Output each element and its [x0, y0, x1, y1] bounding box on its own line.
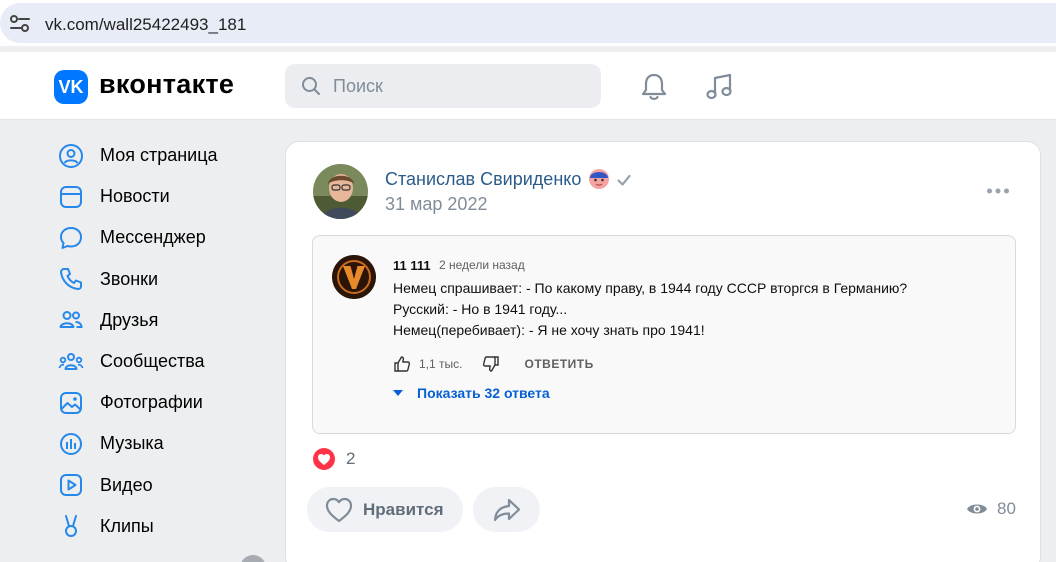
- brand-wordmark[interactable]: вконтакте: [99, 69, 234, 100]
- sidebar-item-label: Музыка: [100, 433, 164, 454]
- sidebar-item-label: Мессенджер: [100, 227, 206, 248]
- photo-icon: [60, 391, 82, 414]
- friends-icon: [59, 311, 83, 329]
- url-field[interactable]: vk.com/wall25422493_181: [0, 3, 1056, 43]
- scroll-hint-badge[interactable]: [240, 555, 266, 562]
- eye-icon: [967, 504, 987, 514]
- comment-line: Немец(перебивает): - Я не хочу знать про…: [393, 322, 705, 338]
- post-date[interactable]: 31 мар 2022: [385, 194, 487, 215]
- sidebar-item-label: Видео: [100, 474, 153, 495]
- comment-time: 2 недели назад: [439, 258, 525, 272]
- communities-icon: [58, 352, 84, 370]
- clips-icon: [65, 515, 77, 538]
- thumbs-up-icon: [394, 356, 411, 372]
- vk-logo-icon[interactable]: VK: [54, 70, 88, 104]
- left-sidebar: Моя страница Новости Мессенджер Звонки Д…: [58, 135, 278, 547]
- comment-line: Немец спрашивает: - По какому праву, в 1…: [393, 280, 908, 296]
- reactions-summary[interactable]: 2: [313, 448, 355, 470]
- show-replies-link: Показать 32 ответа: [393, 385, 550, 401]
- views-count: 80: [997, 499, 1016, 518]
- comment-reply-label: ОТВЕТИТЬ: [524, 357, 594, 371]
- music-icon: [60, 432, 82, 455]
- message-bubble-icon: [60, 226, 82, 249]
- caret-down-icon: [393, 390, 403, 396]
- sidebar-item-clips[interactable]: Клипы: [58, 506, 278, 547]
- sidebar-item-news[interactable]: Новости: [58, 176, 278, 217]
- news-icon: [60, 185, 82, 208]
- avatar-photo: [313, 164, 368, 219]
- video-icon: [60, 474, 82, 497]
- show-replies-label: Показать 32 ответа: [417, 385, 550, 401]
- share-button[interactable]: [473, 487, 540, 532]
- comment-line: Русский: - Но в 1941 году...: [393, 301, 568, 317]
- v-logo-icon: [332, 255, 376, 299]
- sidebar-item-label: Фотографии: [100, 392, 203, 413]
- site-info-icon[interactable]: [8, 13, 32, 35]
- share-arrow-icon: [493, 498, 520, 521]
- heart-outline-icon: [325, 497, 353, 522]
- site-header: VK вконтакте: [0, 52, 1056, 120]
- sidebar-item-video[interactable]: Видео: [58, 465, 278, 506]
- comment-text: Немец спрашивает: - По какому праву, в 1…: [393, 278, 907, 341]
- thumbs-down-icon: [483, 356, 500, 372]
- sidebar-item-photos[interactable]: Фотографии: [58, 382, 278, 423]
- sidebar-item-messenger[interactable]: Мессенджер: [58, 217, 278, 258]
- emoji-status-icon: [589, 169, 609, 189]
- sidebar-item-my-page[interactable]: Моя страница: [58, 135, 278, 176]
- sidebar-item-label: Звонки: [100, 268, 159, 289]
- user-circle-icon: [59, 143, 83, 168]
- comment-actions: 1,1 тыс. ОТВЕТИТЬ: [393, 354, 594, 374]
- sidebar-item-friends[interactable]: Друзья: [58, 300, 278, 341]
- sidebar-item-communities[interactable]: Сообщества: [58, 341, 278, 382]
- like-button-label: Нравится: [363, 499, 444, 519]
- url-text[interactable]: vk.com/wall25422493_181: [45, 15, 246, 35]
- post-image-comment-screenshot[interactable]: 11 111 2 недели назад Немец спрашивает: …: [312, 235, 1016, 434]
- heart-reaction-icon: [313, 448, 335, 470]
- comment-author: 11 111: [393, 258, 431, 273]
- post-author-name[interactable]: Станислав Свириденко: [385, 169, 581, 190]
- sidebar-item-music[interactable]: Музыка: [58, 423, 278, 464]
- search-box[interactable]: [285, 64, 601, 108]
- search-input[interactable]: [333, 64, 583, 108]
- sidebar-item-label: Клипы: [100, 515, 154, 536]
- sidebar-item-label: Моя страница: [100, 145, 218, 166]
- comment-like-count: 1,1 тыс.: [419, 357, 463, 371]
- phone-icon: [60, 268, 82, 291]
- author-avatar[interactable]: [313, 164, 368, 219]
- comment-avatar: [332, 255, 376, 299]
- music-note-icon[interactable]: [704, 72, 734, 102]
- sidebar-item-label: Новости: [100, 186, 170, 207]
- sidebar-item-label: Сообщества: [100, 351, 205, 372]
- verified-check-icon: [617, 174, 631, 186]
- sidebar-item-calls[interactable]: Звонки: [58, 259, 278, 300]
- views-counter: 80: [966, 499, 1016, 519]
- post-card: Станислав Свириденко 31 мар 2022 11 111 …: [285, 141, 1041, 562]
- more-options-icon[interactable]: [986, 186, 1010, 196]
- bell-icon[interactable]: [640, 72, 668, 102]
- browser-address-bar: vk.com/wall25422493_181: [0, 0, 1056, 46]
- sidebar-item-label: Друзья: [100, 309, 159, 330]
- search-icon: [302, 77, 320, 95]
- reaction-count: 2: [346, 449, 356, 468]
- like-button[interactable]: Нравится: [307, 487, 463, 532]
